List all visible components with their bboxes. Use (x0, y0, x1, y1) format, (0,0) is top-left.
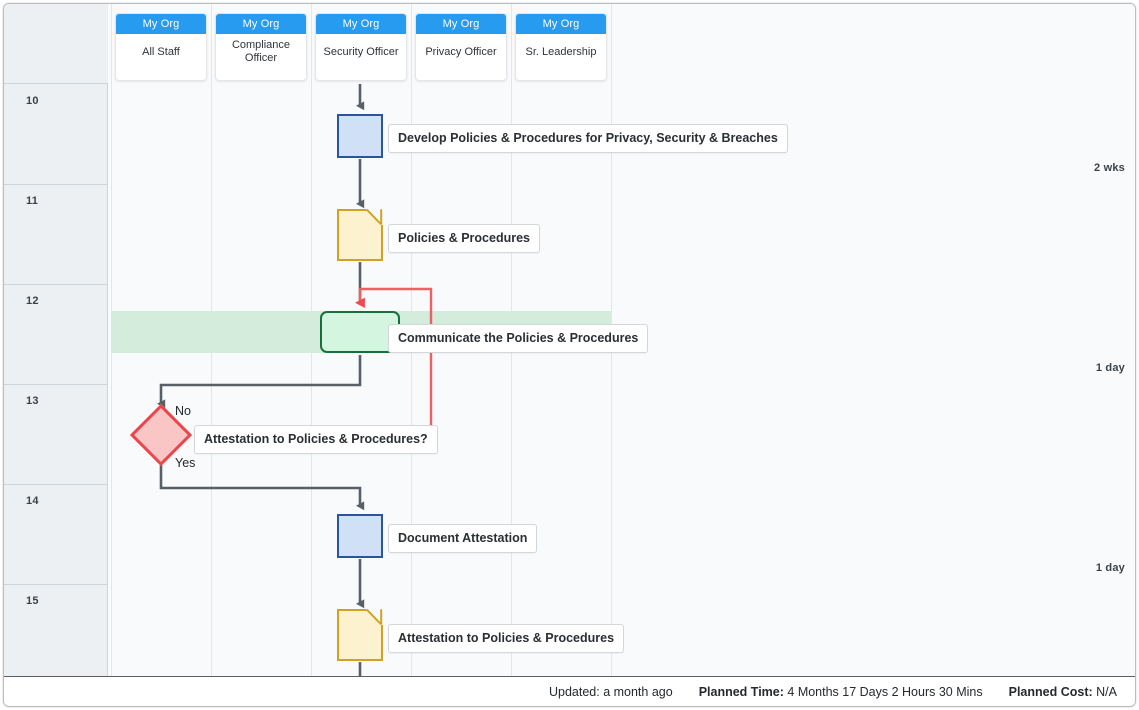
timeline-row-number: 15 (26, 595, 39, 607)
timeline-gutter (4, 4, 108, 676)
lane-org-badge: My Org (416, 14, 506, 34)
timeline-row-divider (4, 484, 108, 485)
planned-time-value: 4 Months 17 Days 2 Hours 30 Mins (787, 684, 983, 699)
lane-title: Sr. Leadership (525, 45, 597, 58)
status-bar: Updated: a month ago Planned Time: 4 Mon… (4, 676, 1135, 706)
lane-org-badge: My Org (116, 14, 206, 34)
lane-title: Privacy Officer (425, 45, 497, 58)
planned-time-label: Planned Time: (698, 684, 784, 699)
timeline-row-divider (4, 184, 108, 185)
timeline-row-duration: 1 day (1095, 362, 1125, 374)
lane-title: Security Officer (323, 45, 399, 58)
flowchart-canvas[interactable]: 10 2 wks 11 12 1 day 13 14 1 day 15 My O… (4, 4, 1135, 676)
node-label-develop-policies[interactable]: Develop Policies & Procedures for Privac… (388, 124, 788, 153)
lane-title: All Staff (142, 45, 180, 58)
connector-communicate-to-decision (157, 355, 362, 409)
timeline-row-number: 13 (26, 395, 39, 407)
node-attestation-document[interactable] (337, 608, 384, 661)
timeline-row-divider (4, 384, 108, 385)
lane-org-badge: My Org (216, 14, 306, 34)
node-label-communicate-policies[interactable]: Communicate the Policies & Procedures (388, 324, 649, 353)
lane-header-sr-leadership[interactable]: My Org Sr. Leadership (515, 13, 607, 81)
planned-cost-value: N/A (1096, 684, 1117, 699)
timeline-row-number: 11 (26, 195, 39, 207)
lane-header-privacy-officer[interactable]: My Org Privacy Officer (415, 13, 507, 81)
branch-label-yes: Yes (175, 456, 196, 470)
lane-title: Compliance Officer (231, 39, 291, 64)
timeline-row-duration: 2 wks (1094, 162, 1125, 174)
lane-header-all-staff[interactable]: My Org All Staff (115, 13, 207, 81)
node-label-attestation-decision[interactable]: Attestation to Policies & Procedures? (194, 425, 438, 454)
gantt-flowchart-app: 10 2 wks 11 12 1 day 13 14 1 day 15 My O… (0, 0, 1139, 710)
timeline-row-duration: 1 day (1095, 562, 1125, 574)
status-planned-time: Planned Time: 4 Months 17 Days 2 Hours 3… (699, 685, 983, 699)
lane-header-security-officer[interactable]: My Org Security Officer (315, 13, 407, 81)
node-label-document-attestation[interactable]: Document Attestation (388, 524, 538, 553)
lane-header-compliance-officer[interactable]: My Org Compliance Officer (215, 13, 307, 81)
app-frame: 10 2 wks 11 12 1 day 13 14 1 day 15 My O… (3, 3, 1136, 707)
lane-org-badge: My Org (516, 14, 606, 34)
branch-label-no: No (175, 404, 191, 418)
timeline-row-divider (4, 284, 108, 285)
timeline-row-divider (4, 584, 108, 585)
status-planned-cost: Planned Cost: N/A (1009, 685, 1117, 699)
timeline-gutter-header (4, 4, 108, 83)
lane-org-badge: My Org (316, 14, 406, 34)
node-document-attestation[interactable] (337, 514, 383, 558)
status-updated: Updated: a month ago (548, 684, 673, 699)
timeline-row-divider (4, 83, 108, 84)
timeline-row-number: 10 (26, 95, 39, 107)
document-fold-icon (365, 608, 384, 626)
node-policies-procedures-document[interactable] (337, 208, 384, 261)
timeline-row-number: 12 (26, 295, 39, 307)
timeline-row-number: 14 (26, 495, 39, 507)
planned-cost-label: Planned Cost: (1008, 684, 1093, 699)
node-label-policies-procedures[interactable]: Policies & Procedures (388, 224, 541, 253)
node-develop-policies[interactable] (337, 114, 383, 158)
node-label-attestation-document[interactable]: Attestation to Policies & Procedures (388, 624, 625, 653)
document-fold-icon (365, 208, 384, 226)
